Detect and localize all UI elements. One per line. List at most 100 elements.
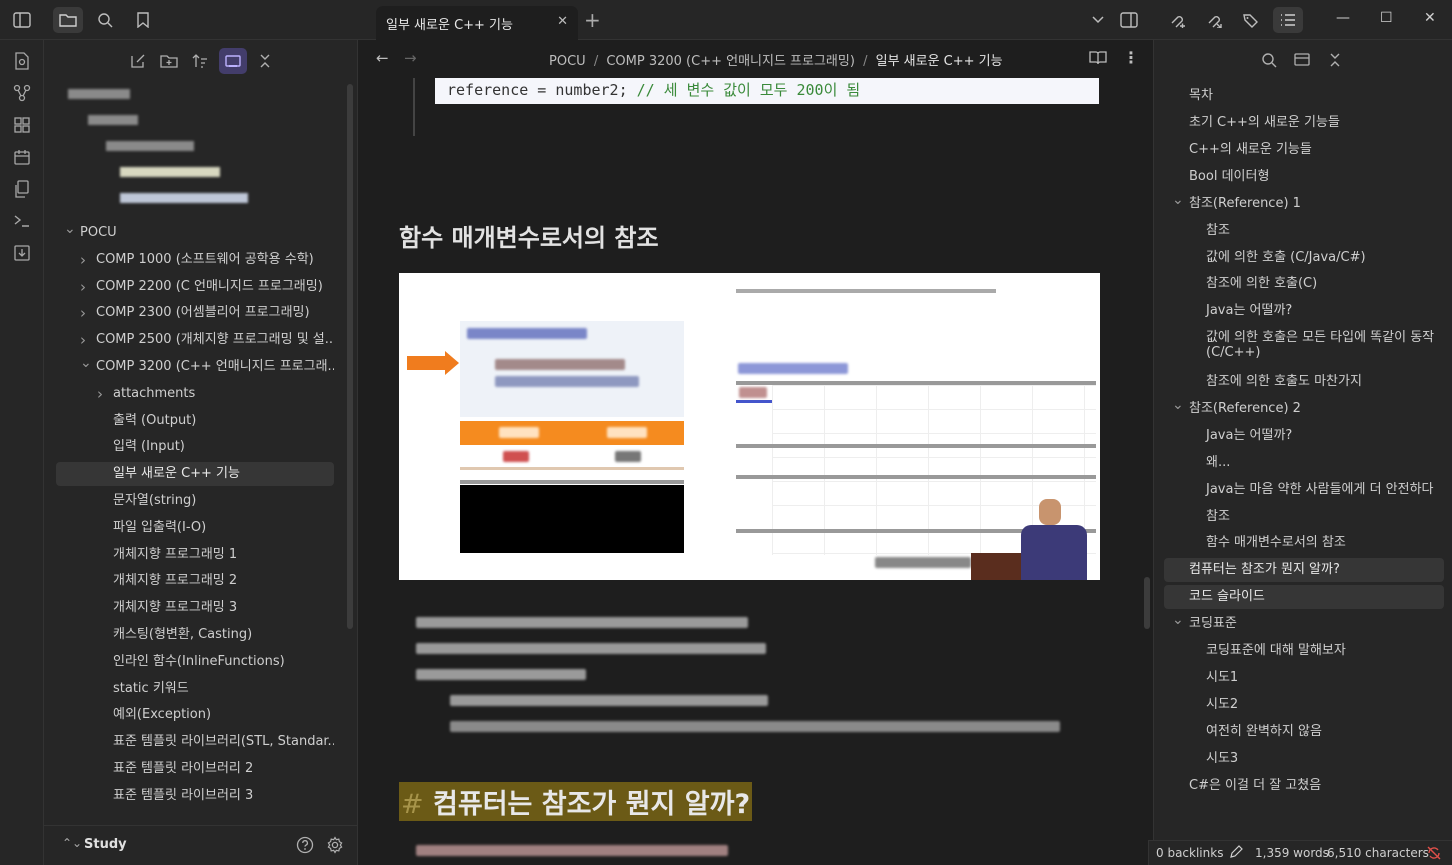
tags-icon[interactable]: [1236, 7, 1266, 33]
outline-item[interactable]: 코드 슬라이드: [1164, 585, 1444, 609]
toggle-left-sidebar-icon[interactable]: [7, 7, 37, 33]
graph-view-icon[interactable]: [11, 82, 33, 104]
close-tab-icon[interactable]: ✕: [557, 14, 568, 29]
new-note-icon[interactable]: [124, 48, 152, 74]
tab-active-note[interactable]: 일부 새로운 C++ 기능 ✕: [376, 6, 578, 40]
sidebar-scrollbar[interactable]: [347, 84, 353, 629]
tree-file[interactable]: 문자열(string): [44, 489, 334, 513]
tree-file[interactable]: 출력 (Output): [44, 409, 334, 433]
outline-item[interactable]: 컴퓨터는 참조가 뭔지 알까?: [1164, 558, 1444, 582]
vault-switcher[interactable]: ⌃⌄ Study: [44, 825, 358, 865]
outline-item[interactable]: ⌄ 코딩표준: [1154, 612, 1444, 636]
tree-folder[interactable]: ⌄ COMP 3200 (C++ 언매니지드 프로그래...: [44, 355, 334, 379]
outline-item[interactable]: 참조에 의한 호출도 마찬가지: [1154, 370, 1444, 394]
new-folder-icon[interactable]: [155, 48, 183, 74]
outline-item[interactable]: 시도1: [1154, 666, 1444, 690]
tree-file[interactable]: 인라인 함수(InlineFunctions): [44, 650, 334, 674]
tree-folder[interactable]: › COMP 2300 (어셈블리어 프로그래밍): [44, 301, 334, 325]
outline-item[interactable]: Java는 어떨까?: [1154, 424, 1444, 448]
chevron-right-icon[interactable]: ›: [80, 328, 86, 352]
outline-item[interactable]: 여전히 완벽하지 않음: [1154, 720, 1444, 744]
outline-item[interactable]: C++의 새로운 기능들: [1154, 138, 1444, 162]
calendar-icon[interactable]: [11, 146, 33, 168]
back-arrow-icon[interactable]: ←: [376, 49, 389, 67]
tree-file[interactable]: 개체지향 프로그래밍 2: [44, 569, 334, 593]
terminal-icon[interactable]: [11, 210, 33, 232]
tree-file[interactable]: 표준 템플릿 라이브러리 2: [44, 757, 334, 781]
tree-file[interactable]: 예외(Exception): [44, 703, 334, 727]
breadcrumb-current[interactable]: 일부 새로운 C++ 기능: [876, 54, 1003, 69]
backlinks-count[interactable]: 0 backlinks: [1156, 846, 1223, 860]
outline-item[interactable]: Java는 마음 약한 사람들에게 더 안전하다: [1154, 478, 1444, 502]
outline-item[interactable]: 왜...: [1154, 451, 1444, 475]
tree-file[interactable]: 개체지향 프로그래밍 1: [44, 543, 334, 567]
auto-reveal-icon[interactable]: [219, 48, 247, 74]
canvas-icon[interactable]: [11, 114, 33, 136]
sort-icon[interactable]: [186, 48, 214, 74]
search-icon[interactable]: [1261, 52, 1277, 72]
vault-chevrons-icon[interactable]: ⌃⌄: [62, 836, 82, 850]
tree-file[interactable]: 개체지향 프로그래밍 3: [44, 596, 334, 620]
tree-folder[interactable]: › COMP 2500 (개체지향 프로그래밍 및 설...: [44, 328, 334, 352]
tree-file[interactable]: 파일 입출력(I-O): [44, 516, 334, 540]
chevron-down-icon[interactable]: ⌄: [80, 355, 92, 375]
toggle-right-sidebar-icon[interactable]: [1114, 7, 1144, 33]
settings-gear-icon[interactable]: [326, 836, 344, 858]
tree-folder[interactable]: › attachments: [44, 382, 334, 406]
tree-file[interactable]: 입력 (Input): [44, 435, 334, 459]
auto-reveal-icon[interactable]: [1294, 52, 1310, 72]
forward-arrow-icon[interactable]: →: [404, 49, 417, 67]
outline-item[interactable]: 코딩표준에 대해 말해보자: [1154, 639, 1444, 663]
tree-file[interactable]: 표준 템플릿 라이브러리 3: [44, 784, 334, 808]
outline-item[interactable]: 초기 C++의 새로운 기능들: [1154, 111, 1444, 135]
chevron-right-icon[interactable]: ›: [80, 275, 86, 299]
chevron-right-icon[interactable]: ›: [80, 301, 86, 325]
collapse-all-icon[interactable]: [1328, 52, 1342, 72]
outline-icon[interactable]: [1273, 7, 1303, 33]
tree-file[interactable]: 캐스팅(형변환, Casting): [44, 623, 334, 647]
outline-item[interactable]: Bool 데이터형: [1154, 165, 1444, 189]
edit-mode-pencil-icon[interactable]: [1229, 845, 1243, 862]
editor-scrollbar[interactable]: [1144, 577, 1150, 629]
search-icon[interactable]: [90, 7, 120, 33]
chevron-right-icon[interactable]: ›: [97, 382, 103, 406]
tab-list-dropdown-icon[interactable]: [1083, 7, 1113, 33]
outline-item[interactable]: ⌄ 참조(Reference) 1: [1154, 192, 1444, 216]
tree-file[interactable]: 표준 템플릿 라이브러리(STL, Standar...: [44, 730, 334, 754]
bookmark-icon[interactable]: [128, 7, 158, 33]
outgoing-links-icon[interactable]: [1199, 7, 1229, 33]
chevron-down-icon[interactable]: ⌄: [1172, 393, 1184, 417]
outline-item[interactable]: ⌄ 참조(Reference) 2: [1154, 397, 1444, 421]
outline-item-continued[interactable]: (C/C++): [1154, 344, 1444, 362]
reading-view-icon[interactable]: [1089, 50, 1107, 70]
chevron-down-icon[interactable]: ⌄: [64, 221, 76, 241]
breadcrumb-item[interactable]: COMP 3200 (C++ 언매니지드 프로그래밍): [606, 54, 855, 69]
outline-item[interactable]: 함수 매개변수로서의 참조: [1154, 531, 1444, 555]
minimize-icon[interactable]: —: [1336, 10, 1350, 26]
tree-folder-pocu[interactable]: ⌄ POCU: [44, 221, 334, 245]
tree-file[interactable]: static 키워드: [44, 677, 334, 701]
help-icon[interactable]: [296, 836, 314, 858]
file-explorer-icon[interactable]: [53, 7, 83, 33]
maximize-icon[interactable]: ☐: [1380, 10, 1393, 26]
backlinks-icon[interactable]: [1162, 7, 1192, 33]
outline-item[interactable]: 참조: [1154, 505, 1444, 529]
new-tab-icon[interactable]: +: [584, 8, 601, 32]
tree-file[interactable]: 일부 새로운 C++ 기능: [56, 462, 334, 487]
outline-item[interactable]: 시도2: [1154, 693, 1444, 717]
tree-folder[interactable]: › COMP 1000 (소프트웨어 공학용 수학): [44, 248, 334, 272]
outline-item[interactable]: 시도3: [1154, 747, 1444, 771]
copy-files-icon[interactable]: [11, 178, 33, 200]
chevron-right-icon[interactable]: ›: [80, 248, 86, 272]
outline-item[interactable]: Java는 어떨까?: [1154, 299, 1444, 323]
outline-item[interactable]: 참조에 의한 호출(C): [1154, 272, 1444, 296]
open-quick-switcher-icon[interactable]: [11, 50, 33, 72]
outline-item[interactable]: C#은 이걸 더 잘 고쳤음: [1154, 774, 1444, 798]
tree-folder[interactable]: › COMP 2200 (C 언매니지드 프로그래밍): [44, 275, 334, 299]
outline-item[interactable]: 참조: [1154, 219, 1444, 243]
close-window-icon[interactable]: ✕: [1424, 10, 1436, 26]
import-icon[interactable]: [11, 242, 33, 264]
outline-item[interactable]: 목차: [1154, 84, 1444, 108]
more-options-icon[interactable]: ⋮: [1123, 48, 1139, 67]
collapse-all-icon[interactable]: [251, 48, 279, 74]
